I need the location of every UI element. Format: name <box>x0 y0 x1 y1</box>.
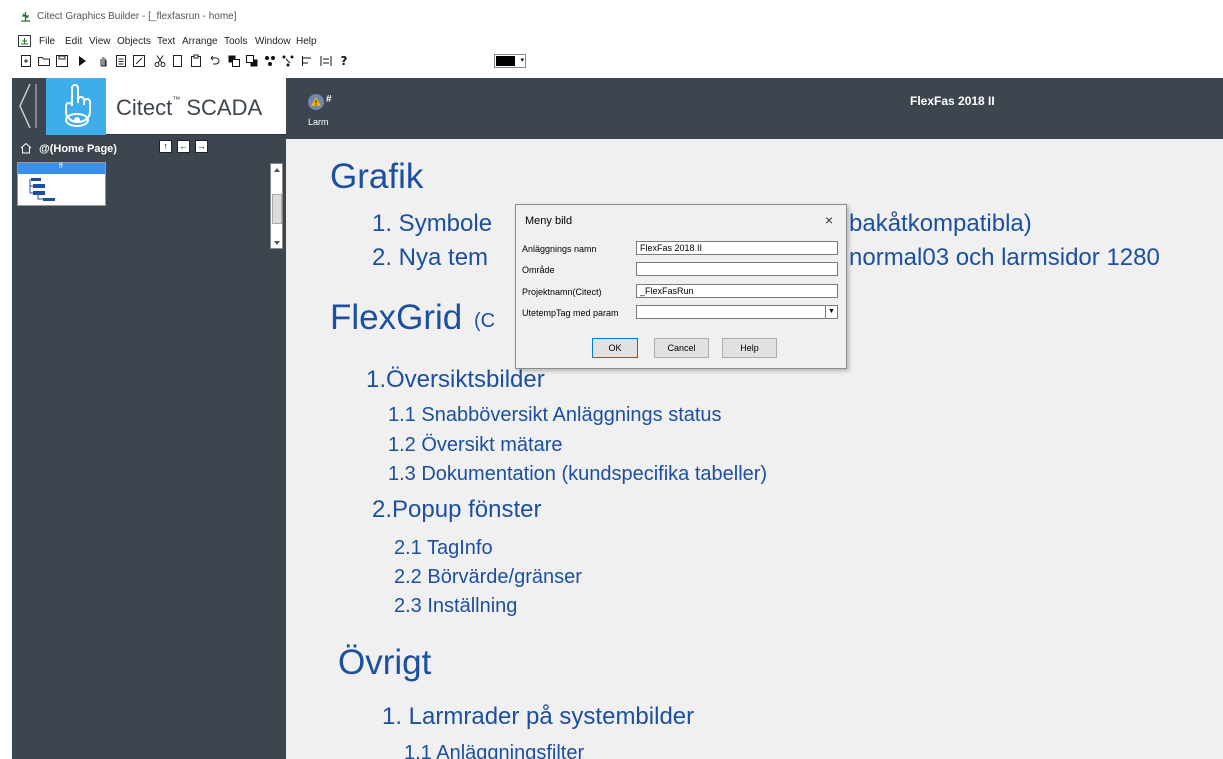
menu-view[interactable]: View <box>89 36 111 47</box>
help-button[interactable]: Help <box>722 338 777 358</box>
item-2-3: 2.3 Inställning <box>394 595 518 617</box>
alarm-label[interactable]: Larm <box>308 117 329 127</box>
ok-button[interactable]: OK <box>592 338 638 358</box>
item-1-2: 1.2 Översikt mätare <box>388 434 563 456</box>
home-page-label: @(Home Page) <box>39 143 117 155</box>
flexgrid-suffix: (C <box>474 310 496 332</box>
top-header: # Larm FlexFas 2018 II <box>286 78 1223 139</box>
home-icon <box>20 142 32 154</box>
nav-forward-button[interactable]: → <box>195 140 208 153</box>
scroll-down-icon[interactable] <box>273 240 281 246</box>
grafik-item-1-tail: bakåtkompatibla) <box>849 210 1032 237</box>
item-1-1: 1.1 Snabböversikt Anläggnings status <box>388 404 722 426</box>
alarm-count: # <box>326 94 332 105</box>
projektnamn-input[interactable]: _FlexFasRun <box>636 284 838 298</box>
hand-icon[interactable] <box>96 54 110 68</box>
field-label-anlaggnings-namn: Anläggnings namn <box>522 244 597 254</box>
citect-logo-icon <box>46 78 106 135</box>
heading-flexgrid: FlexGrid <box>330 298 463 337</box>
menu-text[interactable]: Text <box>157 36 175 47</box>
menu-bar: File Edit View Objects Text Arrange Tool… <box>0 32 1223 49</box>
utetemptag-select[interactable]: ▼ <box>636 305 838 319</box>
thumbnail-scrollbar[interactable] <box>270 163 283 249</box>
page-thumbnail[interactable]: ff <box>17 162 106 206</box>
color-swatch <box>496 56 515 66</box>
logo-text: Citect™ SCADA <box>116 95 262 121</box>
logo-word-scada: SCADA <box>186 95 263 120</box>
menu-file[interactable]: File <box>39 36 55 47</box>
home-page-row[interactable]: @(Home Page) <box>12 141 286 157</box>
paste-icon[interactable] <box>189 54 203 68</box>
scroll-thumb[interactable] <box>272 194 282 224</box>
document-icon[interactable] <box>18 35 31 47</box>
copy-icon[interactable] <box>171 54 185 68</box>
menu-tools[interactable]: Tools <box>224 36 247 47</box>
item-2-2: 2.2 Börvärde/gränser <box>394 566 582 588</box>
popup-heading: 2.Popup fönster <box>372 496 542 523</box>
item-2-1: 2.1 TagInfo <box>394 537 493 559</box>
save-icon[interactable] <box>55 54 69 68</box>
align-icon[interactable] <box>301 54 315 68</box>
anlaggnings-namn-input[interactable]: FlexFas 2018 II <box>636 241 838 255</box>
properties-icon[interactable] <box>132 54 146 68</box>
heading-grafik: Grafik <box>330 157 424 196</box>
oversiktsbilder-heading: 1.Översiktsbilder <box>366 366 545 393</box>
omrade-input[interactable] <box>636 262 838 276</box>
logo-area: Citect™ SCADA <box>12 78 286 135</box>
collapse-chevron-icon[interactable] <box>12 78 46 135</box>
meny-bild-dialog: Meny bild × Anläggnings namn FlexFas 201… <box>515 204 847 369</box>
nav-up-button[interactable]: ↑ <box>159 140 172 153</box>
menu-window[interactable]: Window <box>255 36 291 47</box>
run-icon[interactable] <box>75 54 89 68</box>
cancel-button[interactable]: Cancel <box>654 338 709 358</box>
citect-app-icon <box>21 12 30 22</box>
field-label-projektnamn: Projektnamn(Citect) <box>522 287 602 297</box>
open-icon[interactable] <box>37 54 51 68</box>
logo-tm: ™ <box>172 95 181 104</box>
item-1-3: 1.3 Dokumentation (kundspecifika tabelle… <box>388 463 768 485</box>
thumbnail-header: ff <box>18 163 105 174</box>
ovrigt-item-1-1: 1.1 Anläggningsfilter <box>404 742 585 759</box>
ungroup-icon[interactable] <box>281 54 295 68</box>
dialog-title: Meny bild <box>525 215 573 227</box>
menu-arrange[interactable]: Arrange <box>182 36 218 47</box>
heading-ovrigt: Övrigt <box>338 643 432 682</box>
thumbnail-label: ff <box>59 163 63 170</box>
graphics-builder-window: Citect Graphics Builder - [_flexfasrun -… <box>0 0 1223 759</box>
chevron-down-icon[interactable]: ▼ <box>825 306 837 318</box>
window-title: Citect Graphics Builder - [_flexfasrun -… <box>37 11 237 22</box>
send-back-icon[interactable] <box>245 54 259 68</box>
ovrigt-item-1: 1. Larmrader på systembilder <box>382 703 695 730</box>
title-bar: Citect Graphics Builder - [_flexfasrun -… <box>0 0 1223 32</box>
new-icon[interactable] <box>19 54 33 68</box>
undo-icon[interactable] <box>207 54 221 68</box>
menu-help[interactable]: Help <box>296 36 317 47</box>
grafik-item-2-tail: normal03 och larmsidor 1280 <box>849 244 1160 271</box>
logo-word-citect: Citect <box>116 95 173 120</box>
bring-front-icon[interactable] <box>227 54 241 68</box>
tree-icon <box>29 178 55 201</box>
field-label-utetemptag: UtetempTag med param <box>522 308 619 318</box>
field-label-omrade: Område <box>522 265 555 275</box>
grafik-item-2: 2. Nya tem <box>372 244 489 271</box>
color-picker[interactable]: ▾ <box>494 54 526 68</box>
site-title: FlexFas 2018 II <box>910 94 995 108</box>
left-panel: Citect™ SCADA @(Home Page) ↑ ← → ff <box>12 78 286 759</box>
cut-icon[interactable] <box>153 54 167 68</box>
scroll-up-icon[interactable] <box>273 167 281 173</box>
grafik-item-1: 1. Symbole <box>372 210 493 237</box>
chevron-down-icon: ▾ <box>520 57 524 64</box>
help-icon[interactable]: ? <box>337 54 351 68</box>
page-icon[interactable] <box>114 54 128 68</box>
menu-objects[interactable]: Objects <box>117 36 151 47</box>
close-icon[interactable]: × <box>825 212 833 228</box>
nav-back-button[interactable]: ← <box>177 140 190 153</box>
menu-edit[interactable]: Edit <box>65 36 82 47</box>
group-icon[interactable] <box>263 54 277 68</box>
alarm-icon[interactable] <box>308 94 324 110</box>
distribute-icon[interactable] <box>319 54 333 68</box>
toolbar: ? ▾ <box>0 50 1223 74</box>
